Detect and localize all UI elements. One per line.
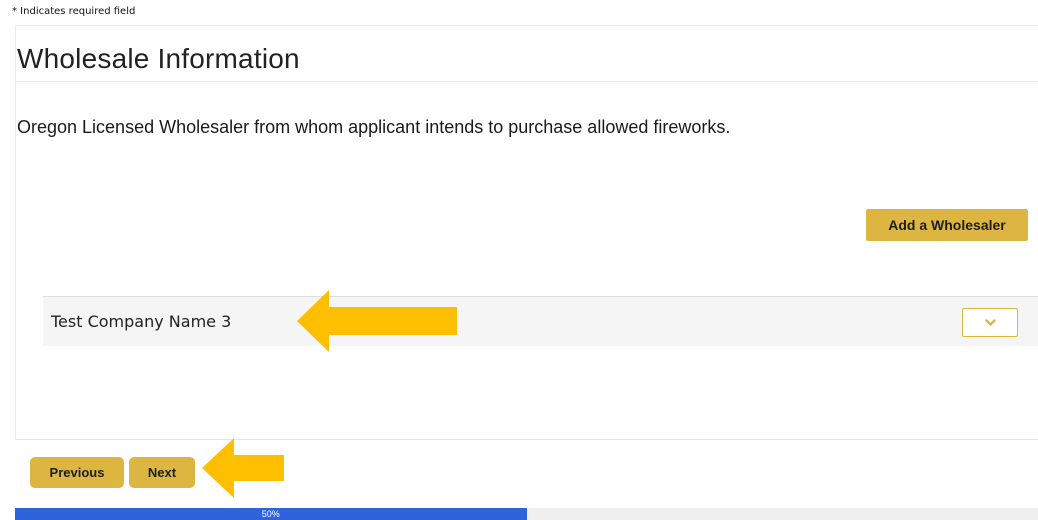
- progress-label: 50%: [261, 509, 280, 519]
- annotation-arrow-icon: [297, 290, 457, 352]
- progress-bar-fill: 50%: [15, 508, 527, 520]
- add-wholesaler-button[interactable]: Add a Wholesaler: [866, 209, 1028, 241]
- previous-button[interactable]: Previous: [30, 457, 124, 488]
- title-divider: [16, 81, 1038, 82]
- section-title: Wholesale Information: [17, 43, 300, 74]
- required-field-note: * Indicates required field: [12, 6, 136, 17]
- wholesaler-name: Test Company Name 3: [51, 312, 232, 331]
- progress-bar: 50%: [15, 508, 1038, 520]
- section-description: Oregon Licensed Wholesaler from whom app…: [17, 117, 731, 137]
- chevron-down-icon: [985, 319, 996, 326]
- wholesaler-list-item[interactable]: Test Company Name 3: [43, 296, 1038, 346]
- expand-wholesaler-button[interactable]: [962, 308, 1018, 337]
- next-button[interactable]: Next: [129, 457, 195, 488]
- annotation-arrow-icon: [202, 438, 284, 498]
- footer-divider: [15, 439, 1038, 440]
